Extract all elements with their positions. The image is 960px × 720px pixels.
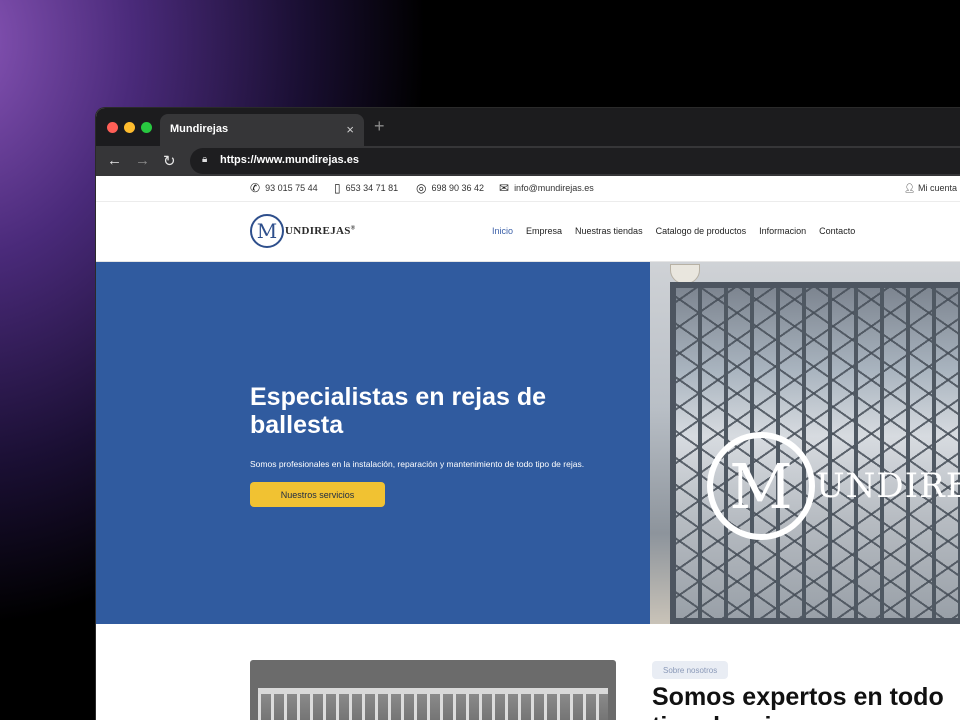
whatsapp-icon: ◎ <box>416 181 427 195</box>
account-label: Mi cuenta <box>917 183 957 193</box>
browser-tabbar: Mundirejas × + <box>96 108 960 146</box>
nav-item-informacion[interactable]: Informacion <box>759 226 806 236</box>
about-section: Sobre nosotros Somos expertos en todo ti… <box>96 624 960 720</box>
new-tab-button[interactable]: + <box>374 116 385 137</box>
whatsapp-contact[interactable]: ◎ 698 90 36 42 <box>416 182 484 194</box>
hero-title: Especialistas en rejas de ballesta <box>250 383 547 439</box>
whatsapp-number: 698 90 36 42 <box>431 183 485 193</box>
phone-icon: ✆ <box>250 181 261 195</box>
browser-window: Mundirejas × + ← → ↻ 🔒︎ https://www.mund… <box>96 108 960 720</box>
nav-item-inicio[interactable]: Inicio <box>492 226 513 236</box>
forward-arrow-icon[interactable]: → <box>135 152 150 169</box>
logo-wordmark: UNDIREJAS <box>285 225 351 237</box>
tab-title: Mundirejas <box>170 123 229 135</box>
phone-number: 93 015 75 44 <box>265 183 318 193</box>
email-address: info@mundirejas.es <box>514 183 594 193</box>
user-icon: 👤︎ <box>904 183 916 193</box>
tab-close-icon[interactable]: × <box>346 122 354 137</box>
phone-contact[interactable]: ✆ 93 015 75 44 <box>250 182 318 194</box>
site-logo[interactable]: M UNDIREJAS® <box>250 214 355 248</box>
nav-item-empresa[interactable]: Empresa <box>526 226 562 236</box>
logo-registered: ® <box>350 225 356 232</box>
contact-topbar: ✆ 93 015 75 44 ▯ 653 34 71 81 ◎ 698 90 3… <box>96 176 960 202</box>
nav-item-nuestras-tiendas[interactable]: Nuestras tiendas <box>575 226 643 236</box>
services-button[interactable]: Nuestros servicios <box>250 482 385 507</box>
website: ✆ 93 015 75 44 ▯ 653 34 71 81 ◎ 698 90 3… <box>96 176 960 720</box>
hero-logo: M UNDIREJ <box>707 432 960 540</box>
mobile-number: 653 34 71 81 <box>345 183 399 193</box>
url-text: https://www.mundirejas.es <box>220 154 359 166</box>
email-contact[interactable]: ✉ info@mundirejas.es <box>499 182 594 194</box>
mobile-contact[interactable]: ▯ 653 34 71 81 <box>334 182 398 194</box>
hero-image: M UNDIREJ <box>650 262 960 624</box>
wall-lamp <box>670 264 700 284</box>
close-window-button[interactable] <box>107 122 118 133</box>
about-photo <box>250 660 616 720</box>
browser-toolbar: ← → ↻ 🔒︎ https://www.mundirejas.es <box>96 146 960 176</box>
back-arrow-icon[interactable]: ← <box>107 152 122 169</box>
grille-photo <box>258 688 608 720</box>
reload-icon[interactable]: ↻ <box>163 152 176 170</box>
main-nav: Inicio Empresa Nuestras tiendas Catalogo… <box>492 226 855 236</box>
envelope-icon: ✉ <box>499 181 510 195</box>
lock-icon: 🔒︎ <box>202 154 208 165</box>
logo-text: UNDIREJAS® <box>285 225 355 237</box>
logo-mark: M <box>250 214 284 248</box>
account-link[interactable]: 👤︎ Mi cuenta <box>904 183 957 194</box>
nav-item-catalogo[interactable]: Catalogo de productos <box>656 226 747 236</box>
browser-tab[interactable]: Mundirejas × <box>160 114 364 146</box>
hero-section: Especialistas en rejas de ballesta Somos… <box>96 262 960 624</box>
address-bar[interactable]: 🔒︎ https://www.mundirejas.es <box>190 148 960 174</box>
about-title: Somos expertos en todo tipo de rejas <box>652 683 944 720</box>
nav-item-contacto[interactable]: Contacto <box>819 226 855 236</box>
mobile-icon: ▯ <box>334 181 341 195</box>
hero-logo-text: UNDIREJ <box>816 466 960 506</box>
hero-logo-mark: M <box>707 432 815 540</box>
about-badge: Sobre nosotros <box>652 661 729 679</box>
minimize-window-button[interactable] <box>124 122 135 133</box>
maximize-window-button[interactable] <box>141 122 152 133</box>
hero-panel: Especialistas en rejas de ballesta Somos… <box>96 262 650 624</box>
hero-subtitle: Somos profesionales en la instalación, r… <box>250 459 585 469</box>
site-header: M UNDIREJAS® Inicio Empresa Nuestras tie… <box>96 202 960 262</box>
